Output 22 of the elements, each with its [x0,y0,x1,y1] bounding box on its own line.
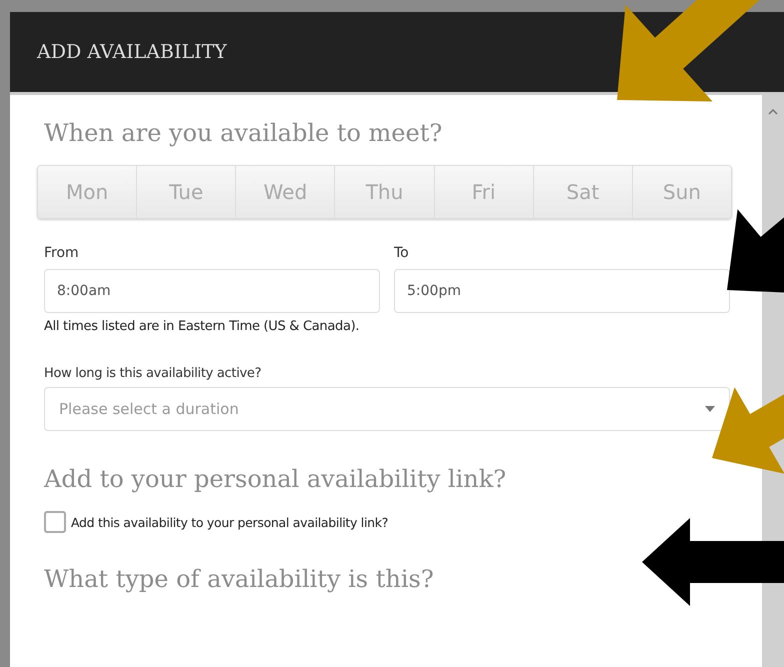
day-toggle[interactable]: Wed [236,166,336,218]
section-heading: What type of availability is this? [44,565,434,593]
day-toggle[interactable]: Sat [534,166,633,218]
field-label: To [394,245,410,261]
day-toggle[interactable]: Tue [137,166,236,218]
day-toggle[interactable]: Mon [38,166,138,218]
duration-dropdown[interactable]: Please select a duration [44,387,730,431]
day-toggle[interactable]: Sun [632,166,731,218]
section-heading: Add to your personal availability link? [44,465,506,493]
section-heading: When are you available to meet? [44,119,442,147]
caret-icon [705,406,715,412]
field-label: From [44,245,80,261]
day-toggle[interactable]: Fri [434,166,534,218]
input-field[interactable]: 8:00am [44,269,380,313]
timezone-note: All times listed are in Eastern Time (US & Canada). [44,319,360,334]
scroll-up-icon[interactable] [768,109,778,115]
input-field[interactable]: 5:00pm [394,269,730,313]
checkbox[interactable] [44,511,66,533]
field-label: How long is this availability active? [44,366,262,381]
day-toggle[interactable]: Thu [335,166,435,218]
checkbox-label[interactable]: Add this availability to your personal availability link? [71,514,388,530]
dialog-title: ADD AVAILABILITY [37,41,227,63]
